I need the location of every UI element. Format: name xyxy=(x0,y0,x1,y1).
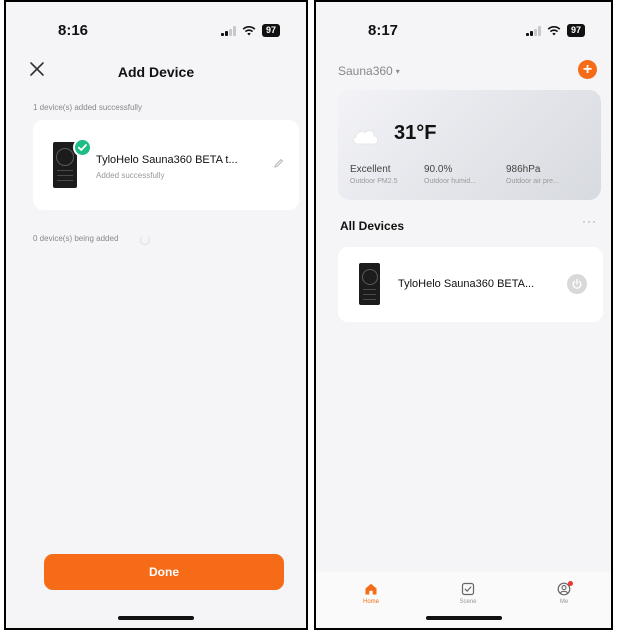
metric-label: Outdoor PM2.5 xyxy=(350,178,398,185)
tab-bar: Home Scene Me xyxy=(316,572,611,628)
temperature: 31°F xyxy=(394,122,437,144)
home-icon xyxy=(365,583,377,595)
metric-label: Outdoor air pre... xyxy=(506,178,559,185)
chevron-down-icon: ▾ xyxy=(395,67,400,77)
edit-icon[interactable] xyxy=(273,158,284,169)
page-title: Add Device xyxy=(117,64,195,80)
home-indicator xyxy=(118,616,194,620)
battery-icon: 97 xyxy=(261,24,280,37)
metric-value: 90.0% xyxy=(424,164,453,175)
device-thumbnail xyxy=(359,263,380,305)
device-card[interactable]: TyloHelo Sauna360 BETA... xyxy=(338,247,603,322)
metric-label: Outdoor humid... xyxy=(424,178,477,185)
add-device-screen: 8:16 97 Add Device 1 device(s) added suc… xyxy=(4,0,308,630)
add-device-button[interactable]: + xyxy=(578,60,597,79)
tab-scene[interactable]: Scene xyxy=(448,582,488,605)
status-icons: 97 xyxy=(221,24,280,37)
status-icons: 97 xyxy=(526,24,585,37)
weather-metric-pm25: Excellent Outdoor PM2.5 xyxy=(350,164,397,185)
weather-metric-humidity: 90.0% Outdoor humid... xyxy=(424,164,476,185)
battery-icon: 97 xyxy=(566,24,585,37)
added-device-card[interactable]: TyloHelo Sauna360 BETA t... Added succes… xyxy=(33,120,299,210)
scene-icon xyxy=(461,582,475,596)
tab-label: Home xyxy=(362,599,379,605)
loading-spinner-icon xyxy=(140,235,150,245)
signal-icon xyxy=(221,25,236,36)
device-status: Added successfully xyxy=(96,171,165,180)
home-name-label: Sauna360 xyxy=(338,64,393,78)
tab-label: Scene xyxy=(459,599,477,605)
device-name: TyloHelo Sauna360 BETA t... xyxy=(96,154,238,166)
tab-label: Me xyxy=(559,599,569,605)
cloud-icon xyxy=(353,130,379,145)
notification-badge xyxy=(568,581,573,586)
status-bar: 8:17 97 xyxy=(316,2,611,50)
weather-card[interactable]: 31°F Excellent Outdoor PM2.5 90.0% Outdo… xyxy=(338,90,601,200)
metric-value: 986hPa xyxy=(506,164,541,175)
status-time: 8:17 xyxy=(368,22,399,39)
devices-heading: All Devices xyxy=(340,219,405,233)
wifi-icon xyxy=(547,26,561,36)
signal-icon xyxy=(526,25,541,36)
tab-home[interactable]: Home xyxy=(351,582,391,605)
wifi-icon xyxy=(242,26,256,36)
home-screen: 8:17 97 Sauna360 ▾ + 31°F Excellent Outdo… xyxy=(314,0,613,630)
status-bar: 8:16 97 xyxy=(6,2,306,50)
done-button[interactable]: Done xyxy=(44,554,284,590)
power-icon xyxy=(572,278,582,289)
adding-count-label: 0 device(s) being added xyxy=(33,234,119,243)
added-count-label: 1 device(s) added successfully xyxy=(33,103,142,112)
status-time: 8:16 xyxy=(58,22,89,39)
tab-me[interactable]: Me xyxy=(544,581,584,605)
more-options-icon[interactable]: ··· xyxy=(582,214,597,228)
device-name: TyloHelo Sauna360 BETA... xyxy=(398,278,535,290)
home-indicator xyxy=(425,616,502,620)
metric-value: Excellent xyxy=(350,164,391,175)
power-button[interactable] xyxy=(567,274,587,294)
check-icon xyxy=(73,138,92,157)
home-selector[interactable]: Sauna360 ▾ xyxy=(338,64,400,78)
weather-metric-pressure: 986hPa Outdoor air pre... xyxy=(506,164,559,185)
